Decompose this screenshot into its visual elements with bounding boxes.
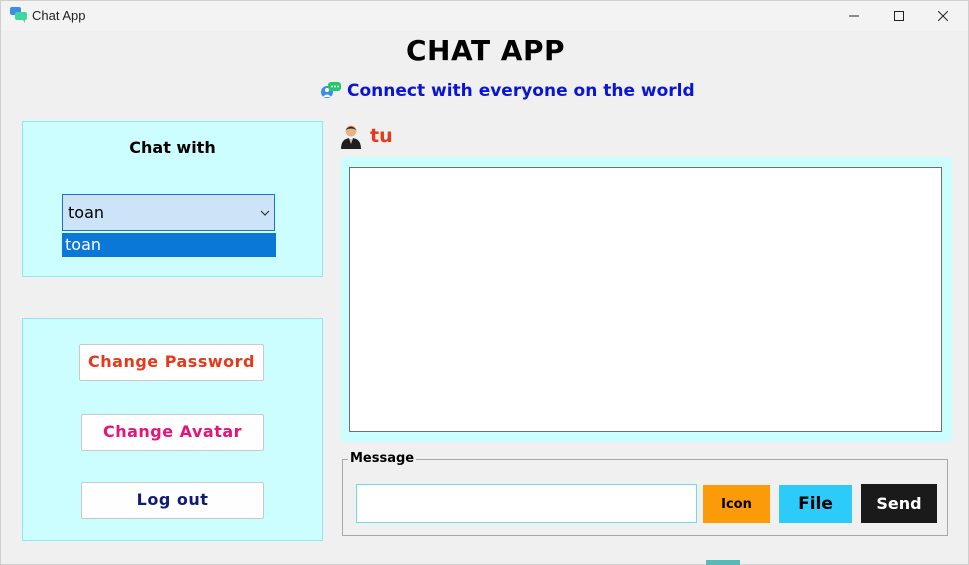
contact-dropdown-list: toan [62,233,276,257]
log-out-button[interactable]: Log out [81,482,264,519]
contact-option[interactable]: toan [65,235,101,254]
icon-button[interactable]: Icon [703,485,770,523]
user-avatar-icon [341,125,361,149]
chat-history-area[interactable] [349,167,942,432]
message-input[interactable] [356,484,697,523]
chat-with-panel: Chat with toan toan [22,121,323,277]
user-name: tu [370,125,393,147]
message-group: Message Icon File Send [342,451,948,536]
window-title: Chat App [32,8,86,23]
chat-app-window: Chat App CHAT APP Connect with everyone … [0,0,969,565]
close-button[interactable] [921,1,965,31]
minimize-icon [849,15,859,17]
chevron-down-icon [260,210,270,216]
chat-bubbles-icon [10,7,27,23]
app-title: CHAT APP [405,34,566,67]
current-user: tu [340,123,393,149]
chat-with-label: Chat with [129,138,216,157]
title-bar: Chat App [1,1,968,31]
maximize-button[interactable] [877,1,921,31]
change-avatar-button[interactable]: Change Avatar [81,414,264,451]
change-password-button[interactable]: Change Password [79,344,264,381]
maximize-icon [894,11,904,21]
close-icon [938,11,948,21]
subtitle: Connect with everyone on the world [320,80,695,102]
file-button[interactable]: File [779,485,852,523]
contact-select-value: toan [68,203,105,222]
subtitle-text: Connect with everyone on the world [347,81,695,101]
account-actions-panel: Change Password Change Avatar Log out [22,318,323,541]
chat-frame [341,157,952,442]
contact-select[interactable]: toan [62,194,275,231]
minimize-button[interactable] [832,1,876,31]
message-legend: Message [348,451,417,466]
send-button[interactable]: Send [861,484,937,523]
people-chat-icon [321,82,341,98]
background-window-edge [706,560,740,565]
